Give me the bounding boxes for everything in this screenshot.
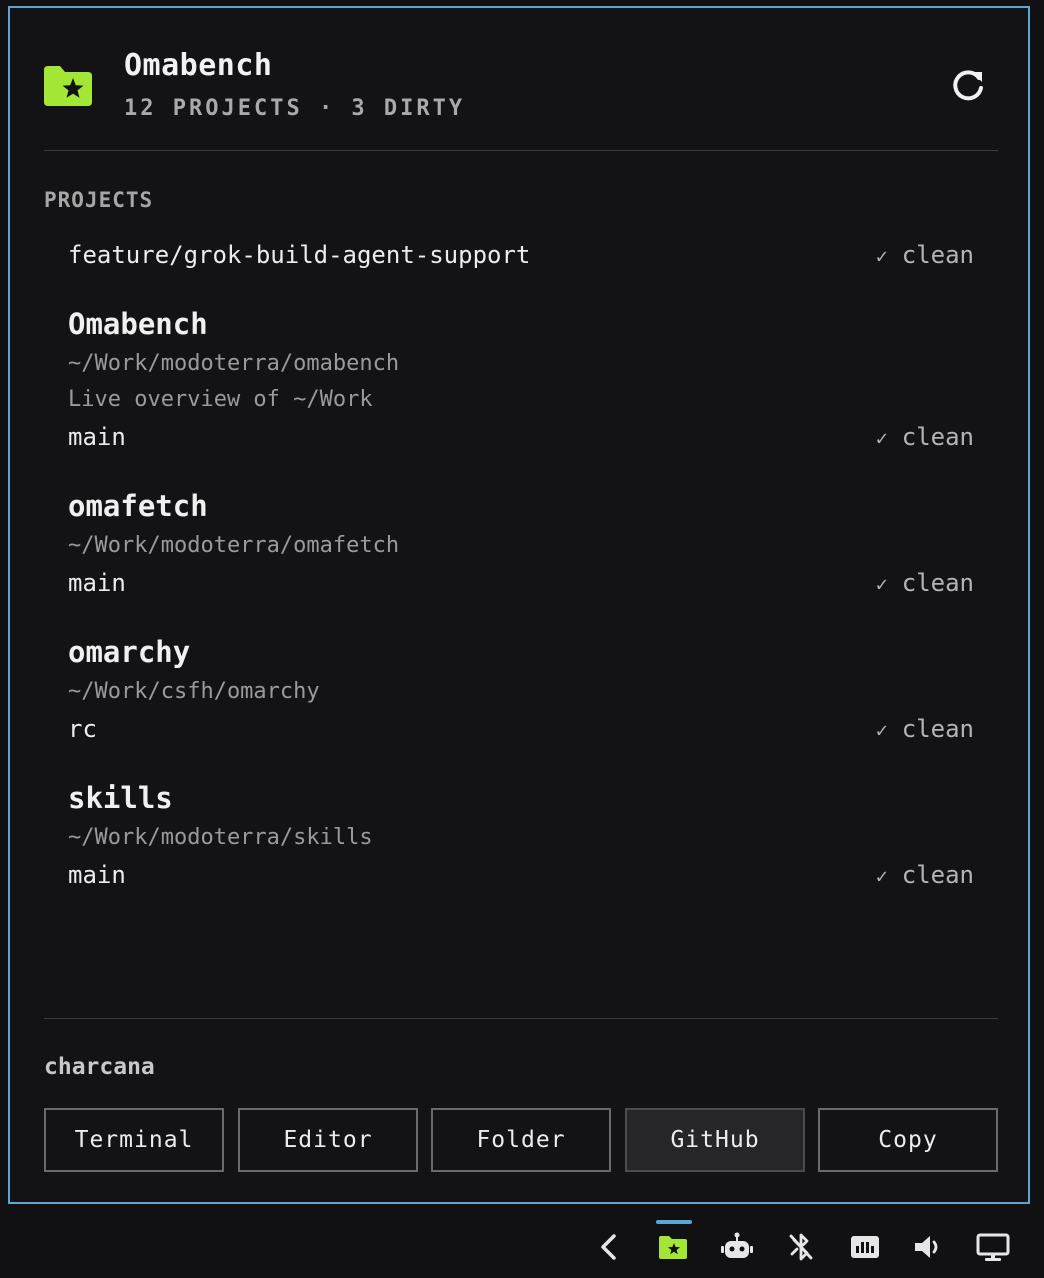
action-bar: Terminal Editor Folder GitHub Copy: [44, 1108, 998, 1172]
github-button[interactable]: GitHub: [625, 1108, 805, 1172]
selected-project-name: charcana: [44, 1054, 155, 1080]
branch-name: main: [68, 569, 126, 597]
project-name: Omabench: [68, 307, 208, 341]
branch-name: main: [68, 861, 126, 889]
network-icon[interactable]: [848, 1230, 882, 1264]
project-path: ~/Work/modoterra/omafetch: [68, 533, 400, 558]
header-divider: [44, 150, 998, 151]
panel-header: Omabench 12 PROJECTS · 3 DIRTY: [44, 42, 998, 152]
branch-row: feature/grok-build-agent-support ✓ clean: [68, 236, 974, 274]
check-icon: ✓: [875, 244, 888, 268]
project-name: omafetch: [68, 489, 208, 523]
project-path: ~/Work/modoterra/omabench: [68, 351, 400, 376]
taskbar: [0, 1216, 1044, 1278]
status-badge: ✓ clean: [876, 564, 974, 603]
omabench-panel: Omabench 12 PROJECTS · 3 DIRTY PROJECTS …: [8, 6, 1030, 1204]
project-name: skills: [68, 781, 173, 815]
project-name: omarchy: [68, 635, 191, 669]
status-badge: ✓ clean: [876, 710, 974, 749]
branch-row: rc ✓ clean: [68, 710, 974, 748]
project-description: Live overview of ~/Work: [68, 387, 373, 412]
branch-row: main ✓ clean: [68, 418, 974, 456]
chevron-left-icon[interactable]: [592, 1230, 626, 1264]
branch-name: feature/grok-build-agent-support: [68, 241, 531, 269]
folder-star-icon: [44, 66, 92, 106]
check-icon: ✓: [875, 864, 888, 888]
active-indicator: [656, 1220, 692, 1224]
app-subtitle: 12 PROJECTS · 3 DIRTY: [124, 96, 466, 121]
bluetooth-off-icon[interactable]: [784, 1230, 818, 1264]
check-icon: ✓: [875, 572, 888, 596]
app-title: Omabench: [124, 48, 273, 83]
folder-button[interactable]: Folder: [431, 1108, 611, 1172]
branch-name: rc: [68, 715, 97, 743]
monitor-icon[interactable]: [976, 1230, 1010, 1264]
terminal-button[interactable]: Terminal: [44, 1108, 224, 1172]
status-text: clean: [901, 241, 974, 269]
folder-star-icon[interactable]: [656, 1230, 690, 1264]
status-badge: ✓ clean: [876, 856, 974, 895]
project-path: ~/Work/modoterra/skills: [68, 825, 373, 850]
status-badge: ✓ clean: [876, 236, 974, 275]
status-text: clean: [901, 423, 974, 451]
robot-icon[interactable]: [720, 1230, 754, 1264]
list-item[interactable]: skills ~/Work/modoterra/skills main ✓ cle…: [44, 776, 998, 894]
status-text: clean: [901, 861, 974, 889]
status-text: clean: [901, 715, 974, 743]
copy-button[interactable]: Copy: [818, 1108, 998, 1172]
refresh-button[interactable]: [948, 66, 988, 106]
refresh-icon: [953, 70, 983, 101]
project-path: ~/Work/csfh/omarchy: [68, 679, 320, 704]
list-item[interactable]: feature/grok-build-agent-support ✓ clean: [44, 236, 998, 274]
status-text: clean: [901, 569, 974, 597]
check-icon: ✓: [875, 718, 888, 742]
editor-button[interactable]: Editor: [238, 1108, 418, 1172]
projects-section-label: PROJECTS: [44, 188, 154, 212]
branch-name: main: [68, 423, 126, 451]
branch-row: main ✓ clean: [68, 564, 974, 602]
status-badge: ✓ clean: [876, 418, 974, 457]
list-item[interactable]: omafetch ~/Work/modoterra/omafetch main …: [44, 484, 998, 602]
check-icon: ✓: [875, 426, 888, 450]
list-item[interactable]: Omabench ~/Work/modoterra/omabench Live …: [44, 302, 998, 456]
footer-divider: [44, 1018, 998, 1019]
list-item[interactable]: omarchy ~/Work/csfh/omarchy rc ✓ clean: [44, 630, 998, 748]
volume-icon[interactable]: [912, 1230, 946, 1264]
branch-row: main ✓ clean: [68, 856, 974, 894]
project-list[interactable]: feature/grok-build-agent-support ✓ clean …: [44, 228, 998, 992]
